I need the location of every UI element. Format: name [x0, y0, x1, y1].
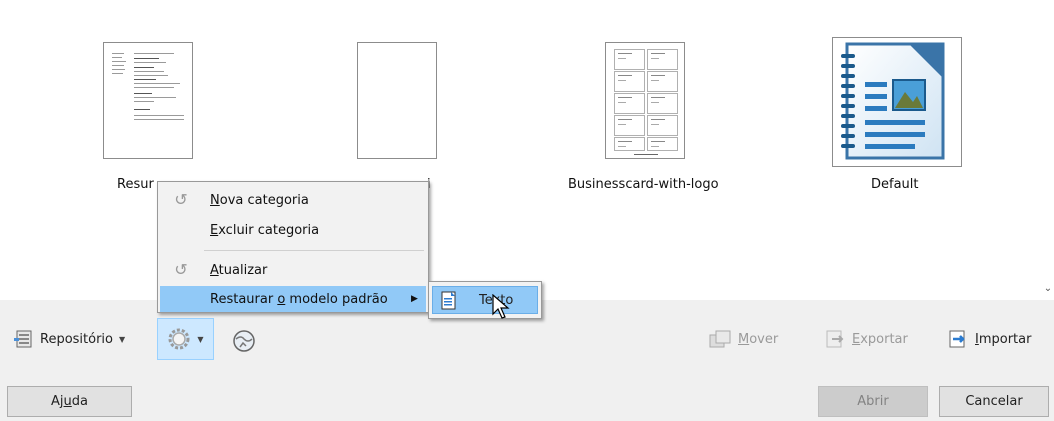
vertical-scrollbar[interactable] — [1042, 0, 1054, 300]
cancel-button[interactable]: Cancelar — [939, 386, 1049, 417]
writer-document-icon — [841, 42, 945, 160]
import-button[interactable]: Importar — [947, 329, 1031, 349]
template-label-businesscard: Businesscard-with-logo — [568, 177, 719, 192]
export-label: Exportar — [852, 331, 908, 347]
text-document-icon — [441, 291, 456, 310]
repository-icon — [14, 329, 34, 349]
template-thumbnail-resume[interactable] — [103, 42, 193, 159]
import-label: Importar — [975, 331, 1032, 347]
repository-button[interactable]: Repositório ▼ — [14, 329, 125, 349]
restore-submenu: Texto — [428, 281, 542, 319]
menu-item-refresh[interactable]: ↺ Atualizar — [160, 257, 426, 283]
menu-item-restore-default-template[interactable]: Restaurar o modelo padrão ▶ — [160, 286, 426, 312]
online-repository-button[interactable] — [232, 329, 256, 353]
template-thumbnail-blank[interactable] — [357, 42, 437, 159]
submenu-item-text[interactable]: Texto — [432, 286, 538, 314]
open-button[interactable]: Abrir — [818, 386, 928, 417]
settings-dropdown-icon: ▼ — [197, 334, 204, 344]
refresh-icon: ↺ — [174, 260, 188, 279]
template-label-default: Default — [871, 177, 919, 192]
move-button[interactable]: Mover — [708, 329, 778, 349]
repository-dropdown-icon: ▼ — [119, 334, 126, 344]
menu-item-new-category[interactable]: ↺ Nova categoria — [160, 187, 426, 213]
repository-label: Repositório — [40, 331, 113, 347]
move-icon — [709, 330, 731, 348]
move-label: Mover — [738, 331, 779, 347]
menu-separator — [204, 250, 424, 251]
globe-icon — [233, 330, 255, 352]
template-thumbnail-businesscard[interactable] — [605, 42, 685, 159]
import-icon — [949, 330, 965, 348]
template-thumbnail-default[interactable] — [832, 37, 962, 167]
settings-menu-button[interactable]: ▼ — [157, 318, 214, 360]
template-label-resume: Resur — [117, 177, 154, 192]
export-button[interactable]: Exportar — [824, 329, 908, 349]
gear-icon — [168, 328, 190, 350]
help-button[interactable]: Aj u da — [7, 386, 132, 417]
settings-context-menu: ↺ Nova categoria Excluir categoria ↺ Atu… — [157, 181, 429, 313]
submenu-arrow-icon: ▶ — [411, 294, 418, 304]
mouse-cursor-icon — [492, 294, 510, 319]
refresh-icon: ↺ — [174, 190, 188, 209]
scroll-down-arrow-icon[interactable]: ⌄ — [1042, 282, 1054, 296]
export-icon — [826, 330, 844, 348]
menu-item-delete-category[interactable]: Excluir categoria — [160, 217, 426, 243]
